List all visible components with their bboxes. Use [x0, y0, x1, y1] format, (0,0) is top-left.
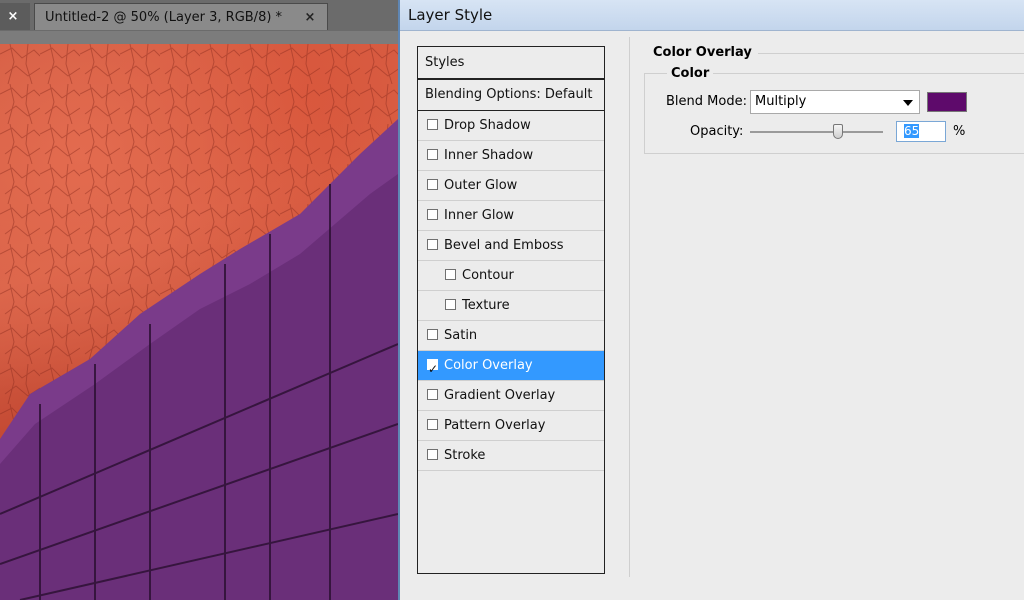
- style-item-color-overlay[interactable]: Color Overlay: [418, 351, 604, 384]
- panel-title: Color Overlay: [653, 45, 758, 60]
- style-item-label: Texture: [462, 298, 510, 313]
- color-group: Color Blend Mode: Multiply Opacity: %: [644, 66, 1024, 154]
- blend-mode-value: Multiply: [755, 94, 807, 109]
- opacity-unit: %: [953, 124, 966, 139]
- satin-checkbox[interactable]: [427, 329, 438, 340]
- inner-shadow-checkbox[interactable]: [427, 149, 438, 160]
- color-overlay-panel: Color Overlay Color Blend Mode: Multiply…: [629, 37, 1024, 577]
- style-item-contour[interactable]: Contour: [418, 261, 604, 291]
- style-item-label: Gradient Overlay: [444, 388, 556, 403]
- styles-list: Styles Blending Options: Default Drop Sh…: [417, 46, 605, 574]
- style-item-pattern-overlay[interactable]: Pattern Overlay: [418, 411, 604, 441]
- style-item-outer-glow[interactable]: Outer Glow: [418, 171, 604, 201]
- drop-shadow-checkbox[interactable]: [427, 119, 438, 130]
- style-item-label: Drop Shadow: [444, 118, 531, 133]
- canvas-margin: [0, 31, 398, 44]
- style-item-label: Stroke: [444, 448, 486, 463]
- inner-glow-checkbox[interactable]: [427, 209, 438, 220]
- tab-strip-empty: [328, 0, 402, 31]
- blend-mode-select[interactable]: Multiply: [750, 90, 920, 114]
- styles-header[interactable]: Styles: [418, 47, 604, 80]
- opacity-slider-track[interactable]: [750, 131, 883, 133]
- dialog-title: Layer Style: [400, 0, 1024, 31]
- divider: [748, 53, 1024, 54]
- layer-style-dialog: Layer Style Styles Blending Options: Def…: [398, 0, 1024, 600]
- document-tab-active[interactable]: Untitled-2 @ 50% (Layer 3, RGB/8) * ×: [34, 3, 328, 30]
- style-item-label: Satin: [444, 328, 478, 343]
- style-item-drop-shadow[interactable]: Drop Shadow: [418, 111, 604, 141]
- opacity-label: Opacity:: [690, 124, 744, 139]
- opacity-input[interactable]: 65: [896, 121, 946, 142]
- style-item-label: Color Overlay: [444, 358, 533, 373]
- close-tab-icon[interactable]: ×: [4, 3, 22, 30]
- opacity-value: 65: [904, 124, 920, 138]
- close-tab-icon[interactable]: ×: [301, 4, 319, 31]
- overlay-color-swatch[interactable]: [927, 92, 967, 112]
- style-item-gradient-overlay[interactable]: Gradient Overlay: [418, 381, 604, 411]
- texture-checkbox[interactable]: [445, 299, 456, 310]
- opacity-slider-thumb[interactable]: [833, 124, 843, 139]
- document-tab-previous[interactable]: ×: [0, 3, 30, 30]
- style-item-label: Inner Glow: [444, 208, 515, 223]
- style-item-texture[interactable]: Texture: [418, 291, 604, 321]
- style-item-satin[interactable]: Satin: [418, 321, 604, 351]
- pattern-overlay-checkbox[interactable]: [427, 419, 438, 430]
- style-item-label: Outer Glow: [444, 178, 518, 193]
- style-item-inner-shadow[interactable]: Inner Shadow: [418, 141, 604, 171]
- bevel-emboss-checkbox[interactable]: [427, 239, 438, 250]
- style-item-bevel-emboss[interactable]: Bevel and Emboss: [418, 231, 604, 261]
- style-item-label: Pattern Overlay: [444, 418, 546, 433]
- stroke-checkbox[interactable]: [427, 449, 438, 460]
- blending-options-item[interactable]: Blending Options: Default: [418, 80, 604, 111]
- style-item-label: Inner Shadow: [444, 148, 534, 163]
- style-item-stroke[interactable]: Stroke: [418, 441, 604, 471]
- artwork-image: [0, 44, 398, 600]
- style-item-inner-glow[interactable]: Inner Glow: [418, 201, 604, 231]
- gradient-overlay-checkbox[interactable]: [427, 389, 438, 400]
- blend-mode-label: Blend Mode:: [666, 94, 747, 109]
- style-item-label: Contour: [462, 268, 514, 283]
- outer-glow-checkbox[interactable]: [427, 179, 438, 190]
- group-title: Color: [667, 66, 714, 81]
- document-canvas[interactable]: [0, 44, 398, 600]
- contour-checkbox[interactable]: [445, 269, 456, 280]
- chevron-down-icon: [903, 100, 913, 106]
- color-overlay-checkbox[interactable]: [427, 355, 438, 384]
- document-tab-bar: × Untitled-2 @ 50% (Layer 3, RGB/8) * ×: [0, 0, 402, 32]
- style-item-label: Bevel and Emboss: [444, 238, 564, 253]
- document-tab-title: Untitled-2 @ 50% (Layer 3, RGB/8) *: [45, 10, 283, 25]
